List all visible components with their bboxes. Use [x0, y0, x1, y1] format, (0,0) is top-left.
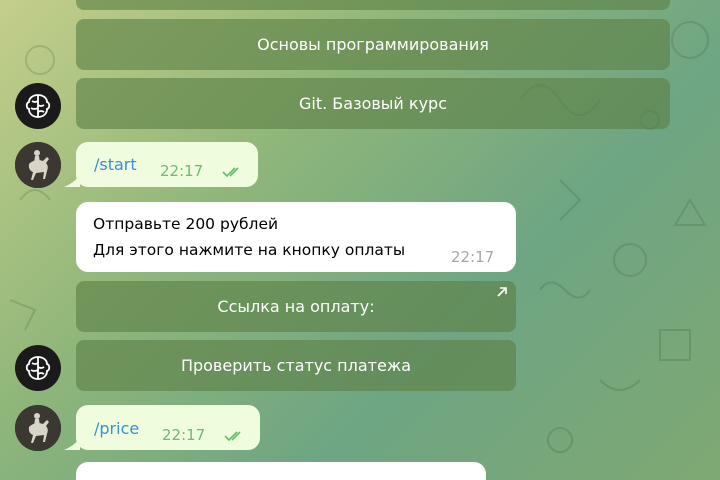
- bot-avatar[interactable]: [15, 345, 61, 391]
- brain-icon: [25, 356, 51, 380]
- bubble-tail: [64, 175, 80, 187]
- bot-avatar[interactable]: [15, 83, 61, 129]
- outgoing-message-price: /price 22:17: [76, 405, 260, 450]
- message-time: 22:17: [160, 162, 204, 180]
- message-time: 22:17: [162, 426, 206, 444]
- outgoing-message-start: /start 22:17: [76, 142, 258, 187]
- keyboard-button-git-course[interactable]: Git. Базовый курс: [76, 78, 670, 129]
- user-avatar[interactable]: [15, 405, 61, 451]
- incoming-message-cut: [76, 462, 486, 480]
- pay-link-button[interactable]: Ссылка на оплату:: [76, 281, 516, 332]
- horse-rider-icon: [15, 142, 61, 188]
- message-line: Отправьте 200 рублей: [93, 215, 279, 233]
- keyboard-button-label: Ссылка на оплату:: [217, 297, 375, 316]
- message-line: Для этого нажмите на кнопку оплаты: [93, 241, 406, 259]
- horse-rider-icon: [15, 405, 61, 451]
- command-link-price[interactable]: /price: [94, 419, 139, 438]
- bubble-tail: [64, 438, 80, 450]
- external-link-icon: [497, 287, 507, 297]
- chat-area: Основы программирования Git. Базовый кур…: [0, 0, 720, 480]
- user-avatar[interactable]: [15, 142, 61, 188]
- check-payment-status-button[interactable]: Проверить статус платежа: [76, 340, 516, 391]
- double-check-icon: [224, 431, 241, 442]
- command-link-start[interactable]: /start: [94, 155, 137, 174]
- keyboard-button-programming-basics[interactable]: Основы программирования: [76, 19, 670, 70]
- incoming-message-payment: Отправьте 200 рублей Для этого нажмите н…: [76, 202, 516, 272]
- keyboard-button-top-cut[interactable]: [76, 0, 670, 10]
- keyboard-button-label: Git. Базовый курс: [299, 94, 447, 113]
- keyboard-button-label: Основы программирования: [257, 35, 489, 54]
- keyboard-button-label: Проверить статус платежа: [180, 356, 412, 375]
- brain-icon: [25, 94, 51, 118]
- double-check-icon: [222, 167, 239, 178]
- message-time: 22:17: [451, 248, 495, 266]
